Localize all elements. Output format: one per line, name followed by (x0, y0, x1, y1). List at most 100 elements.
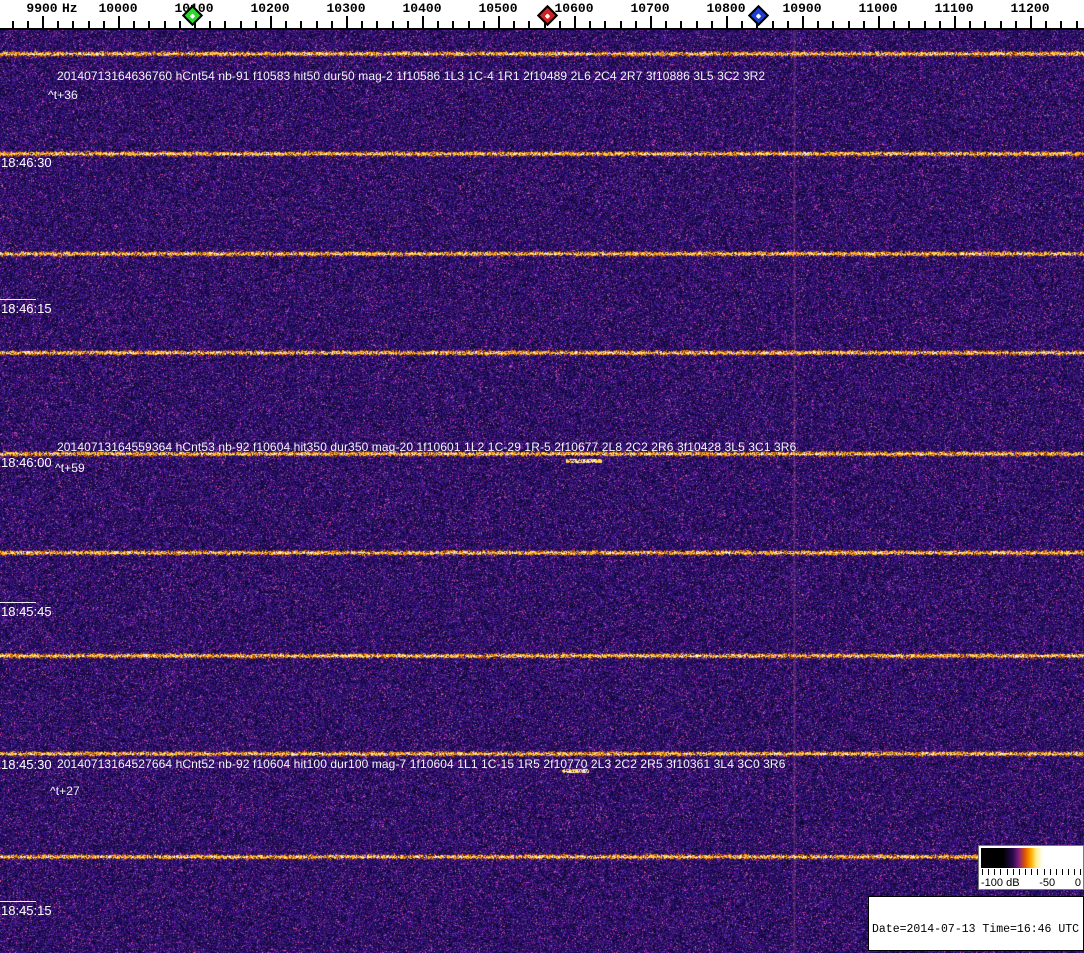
ruler-tick (513, 21, 515, 28)
ruler-tick (665, 21, 667, 28)
ruler-tick (224, 21, 226, 28)
ruler-tick (726, 16, 728, 28)
ruler-tick (1060, 21, 1062, 28)
spectrogram-canvas (0, 30, 1084, 953)
legend-tick (1044, 869, 1045, 875)
ruler-tick (148, 21, 150, 28)
ruler-tick (331, 21, 333, 28)
scale-label-max: 0 (1075, 877, 1081, 889)
ruler-tick (57, 21, 59, 28)
info-date-time: Date=2014-07-13 Time=16:46 UTC (872, 924, 1080, 937)
ruler-tick (392, 21, 394, 28)
ruler-tick (984, 21, 986, 28)
ruler-tick (483, 21, 485, 28)
ruler-tick (893, 21, 895, 28)
ruler-tick (954, 16, 956, 28)
observation-info-box: Date=2014-07-13 Time=16:46 UTC Freq=143 … (868, 896, 1084, 951)
ruler-tick (848, 21, 850, 28)
legend-tick (994, 869, 995, 875)
legend-tick (1000, 869, 1001, 875)
legend-tick (1050, 869, 1051, 875)
marker-center-dot (756, 13, 762, 19)
db-color-scale: -100 dB -50 0 (978, 845, 1084, 890)
ruler-tick (680, 21, 682, 28)
freq-tick-label: 10600 (554, 1, 593, 16)
ruler-tick (1076, 21, 1078, 28)
ruler-tick (468, 21, 470, 28)
ruler-tick (574, 16, 576, 28)
legend-tick (1019, 869, 1020, 875)
scale-labels: -100 dB -50 0 (981, 877, 1081, 889)
ruler-tick (1030, 16, 1032, 28)
ruler-tick (908, 21, 910, 28)
legend-tick (1080, 869, 1081, 875)
ruler-tick (255, 21, 257, 28)
freq-tick-label: 11000 (858, 1, 897, 16)
ruler-tick (407, 21, 409, 28)
ruler-tick (498, 16, 500, 28)
scale-label-min: -100 dB (981, 877, 1020, 889)
legend-tick (1007, 869, 1008, 875)
ruler-tick (361, 21, 363, 28)
legend-tick (1037, 869, 1038, 875)
ruler-tick (635, 21, 637, 28)
ruler-tick (300, 21, 302, 28)
ruler-tick (1015, 21, 1017, 28)
ruler-tick (1045, 21, 1047, 28)
ruler-tick (528, 21, 530, 28)
ruler-tick (787, 21, 789, 28)
marker-center-dot (190, 13, 196, 19)
marker-center-dot (545, 13, 551, 19)
ruler-tick (42, 16, 44, 28)
ruler-tick (863, 21, 865, 28)
ruler-tick (118, 16, 120, 28)
ruler-tick (741, 21, 743, 28)
ruler-tick (696, 21, 698, 28)
scale-ticks (979, 869, 1083, 876)
freq-tick-label: 10900 (782, 1, 821, 16)
ruler-tick (939, 21, 941, 28)
ruler-tick (12, 21, 14, 28)
legend-tick (1068, 869, 1069, 875)
ruler-tick (559, 21, 561, 28)
ruler-tick (832, 21, 834, 28)
ruler-tick (437, 21, 439, 28)
freq-tick-label: 10800 (706, 1, 745, 16)
legend-tick (988, 869, 989, 875)
legend-tick (1031, 869, 1032, 875)
ruler-tick (772, 21, 774, 28)
color-gradient-bar (981, 848, 1081, 868)
ruler-tick (164, 21, 166, 28)
freq-tick-label: 9900 (26, 1, 57, 16)
freq-tick-label: 11200 (1010, 1, 1049, 16)
ruler-marker-blue-diamond-icon[interactable] (748, 5, 769, 26)
ruler-tick (72, 21, 74, 28)
freq-tick-label: 10200 (250, 1, 289, 16)
meteor-echo-spectrogram-app: 9900100001010010200103001040010500106001… (0, 0, 1084, 953)
freq-tick-label: 11100 (934, 1, 973, 16)
ruler-tick (270, 16, 272, 28)
legend-tick (1056, 869, 1057, 875)
legend-tick (982, 869, 983, 875)
freq-tick-label: 10500 (478, 1, 517, 16)
ruler-tick (27, 21, 29, 28)
ruler-tick (969, 21, 971, 28)
legend-tick (1025, 869, 1026, 875)
ruler-tick (1000, 21, 1002, 28)
ruler-tick (817, 21, 819, 28)
legend-tick (1013, 869, 1014, 875)
ruler-tick (422, 16, 424, 28)
freq-tick-label: 10000 (98, 1, 137, 16)
ruler-tick (604, 21, 606, 28)
ruler-tick (103, 21, 105, 28)
ruler-tick (924, 21, 926, 28)
ruler-tick (285, 21, 287, 28)
ruler-tick (620, 21, 622, 28)
ruler-tick (878, 16, 880, 28)
ruler-tick (650, 16, 652, 28)
ruler-tick (240, 21, 242, 28)
freq-unit-label: Hz (62, 1, 78, 16)
freq-tick-label: 10700 (630, 1, 669, 16)
frequency-ruler: 9900100001010010200103001040010500106001… (0, 0, 1084, 30)
ruler-tick (452, 21, 454, 28)
